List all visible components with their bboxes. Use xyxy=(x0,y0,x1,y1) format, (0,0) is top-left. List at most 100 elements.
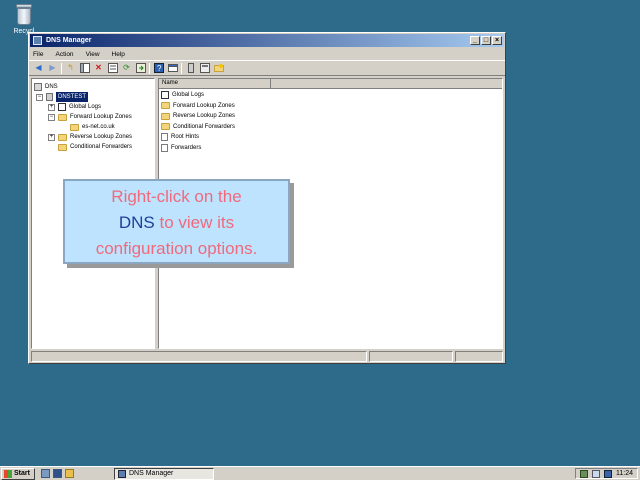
show-hide-tree-icon[interactable] xyxy=(79,63,90,74)
minimize-button[interactable]: _ xyxy=(470,36,480,45)
expand-toggle[interactable]: + xyxy=(48,133,55,141)
toolbar-separator xyxy=(149,62,150,74)
zone-folder-icon xyxy=(70,123,79,131)
document-icon xyxy=(161,143,168,152)
folder-icon xyxy=(161,112,170,120)
close-button[interactable]: × xyxy=(492,36,502,45)
list-item[interactable]: Conditional Forwarders xyxy=(161,122,500,133)
list-item[interactable]: Global Logs xyxy=(161,90,500,101)
help-icon[interactable]: ? xyxy=(153,63,164,74)
status-segment xyxy=(455,351,503,362)
taskbar-item-label: DNS Manager xyxy=(129,470,174,477)
folder-icon xyxy=(58,133,67,141)
tree-item-global-logs[interactable]: + Global Logs xyxy=(34,102,152,112)
up-icon[interactable]: ↰ xyxy=(65,63,76,74)
recycle-bin-icon xyxy=(15,4,33,26)
list-item[interactable]: Root Hints xyxy=(161,132,500,143)
server-icon xyxy=(46,93,53,101)
delete-icon[interactable]: ✕ xyxy=(93,63,104,74)
list-item-label: Forward Lookup Zones xyxy=(173,102,235,109)
tutorial-callout: Right-click on the DNS to view its confi… xyxy=(63,179,290,264)
menu-bar: File Action View Help xyxy=(29,48,505,60)
tree-item-conditional-forwarders[interactable]: Conditional Forwarders xyxy=(34,142,152,152)
back-icon[interactable]: ◀ xyxy=(33,63,44,74)
start-button[interactable]: Start xyxy=(1,467,35,480)
menu-action[interactable]: Action xyxy=(55,51,73,58)
export-icon[interactable] xyxy=(135,63,146,74)
global-logs-icon xyxy=(161,91,169,100)
list-item[interactable]: Reverse Lookup Zones xyxy=(161,111,500,122)
collapse-toggle[interactable]: − xyxy=(48,113,55,121)
status-segment xyxy=(31,351,367,362)
system-tray: 11:24 xyxy=(575,468,638,479)
callout-highlight: DNS xyxy=(118,213,155,232)
expand-toggle[interactable]: + xyxy=(48,103,55,111)
folder-icon xyxy=(58,113,67,121)
tree-item-forward-lookup-zones[interactable]: − Forward Lookup Zones xyxy=(34,112,152,122)
status-segment xyxy=(369,351,453,362)
taskbar-item-dns-manager[interactable]: DNS Manager xyxy=(114,467,214,480)
menu-view[interactable]: View xyxy=(86,51,100,58)
tree-label: es-net.co.uk xyxy=(82,124,115,130)
dns-root-icon xyxy=(34,83,42,91)
tree-item-es-net[interactable]: es-net.co.uk xyxy=(34,122,152,132)
forward-icon[interactable]: ▶ xyxy=(47,63,58,74)
list-item-label: Conditional Forwarders xyxy=(173,123,236,130)
dns-manager-icon xyxy=(118,469,126,478)
list-item-label: Global Logs xyxy=(172,92,205,99)
quick-launch xyxy=(41,469,74,478)
toolbar: ◀ ▶ ↰ ✕ ⟳ ? xyxy=(29,60,505,76)
properties-icon[interactable] xyxy=(107,63,118,74)
folder-icon xyxy=(58,143,67,151)
powershell-icon[interactable] xyxy=(53,469,62,478)
list-item[interactable]: Forwarders xyxy=(161,143,500,154)
collapse-toggle[interactable]: − xyxy=(36,93,43,101)
callout-line-3: configuration options. xyxy=(95,239,258,258)
menu-file[interactable]: File xyxy=(33,51,43,58)
toolbar-separator xyxy=(181,62,182,74)
start-label: Start xyxy=(14,470,30,477)
new-window-icon[interactable] xyxy=(167,63,178,74)
svg-text:?: ? xyxy=(157,64,162,73)
callout-line-1: Right-click on the xyxy=(111,187,242,206)
list-item-label: Reverse Lookup Zones xyxy=(173,113,236,120)
toolbar-separator xyxy=(61,62,62,74)
folder-icon xyxy=(161,123,170,131)
network-icon[interactable] xyxy=(580,469,588,478)
tree-label: Forward Lookup Zones xyxy=(70,114,132,120)
tree-label: Global Logs xyxy=(69,104,102,110)
volume-icon[interactable] xyxy=(604,469,612,478)
window-title: DNS Manager xyxy=(46,37,92,44)
recycle-bin[interactable]: Recycl xyxy=(8,4,40,35)
dns-manager-icon xyxy=(33,36,42,45)
global-logs-icon xyxy=(58,103,66,111)
server-icon[interactable] xyxy=(185,63,196,74)
menu-help[interactable]: Help xyxy=(112,51,125,58)
tree-item-reverse-lookup-zones[interactable]: + Reverse Lookup Zones xyxy=(34,132,152,142)
document-icon xyxy=(161,133,168,142)
taskbar: Start DNS Manager 11:24 xyxy=(0,466,640,480)
list-item[interactable]: Forward Lookup Zones xyxy=(161,101,500,112)
refresh-icon[interactable]: ⟳ xyxy=(121,63,132,74)
column-header-name[interactable]: Name xyxy=(159,79,271,88)
tree-item-server[interactable]: − DNSTEST xyxy=(34,92,152,102)
windows-logo-icon xyxy=(4,469,12,478)
tree-label-selected: DNSTEST xyxy=(56,92,89,102)
column-header-empty xyxy=(271,79,502,88)
list-header: Name xyxy=(159,79,502,89)
list-item-label: Root Hints xyxy=(171,134,200,141)
tree-item-dns[interactable]: DNS xyxy=(34,82,152,92)
callout-line-2: DNS to view its xyxy=(65,210,288,236)
status-bar xyxy=(31,351,503,362)
flag-icon[interactable] xyxy=(592,469,600,478)
list-item-label: Forwarders xyxy=(171,144,202,151)
server-manager-icon[interactable] xyxy=(41,469,50,478)
tree-label: DNS xyxy=(45,84,58,90)
title-bar[interactable]: DNS Manager _ □ × xyxy=(30,34,504,47)
tree-label: Reverse Lookup Zones xyxy=(70,134,133,140)
clock[interactable]: 11:24 xyxy=(616,470,633,477)
maximize-button[interactable]: □ xyxy=(481,36,491,45)
zone-icon[interactable] xyxy=(199,63,210,74)
explorer-icon[interactable] xyxy=(65,469,74,478)
folder-icon[interactable] xyxy=(213,63,224,74)
